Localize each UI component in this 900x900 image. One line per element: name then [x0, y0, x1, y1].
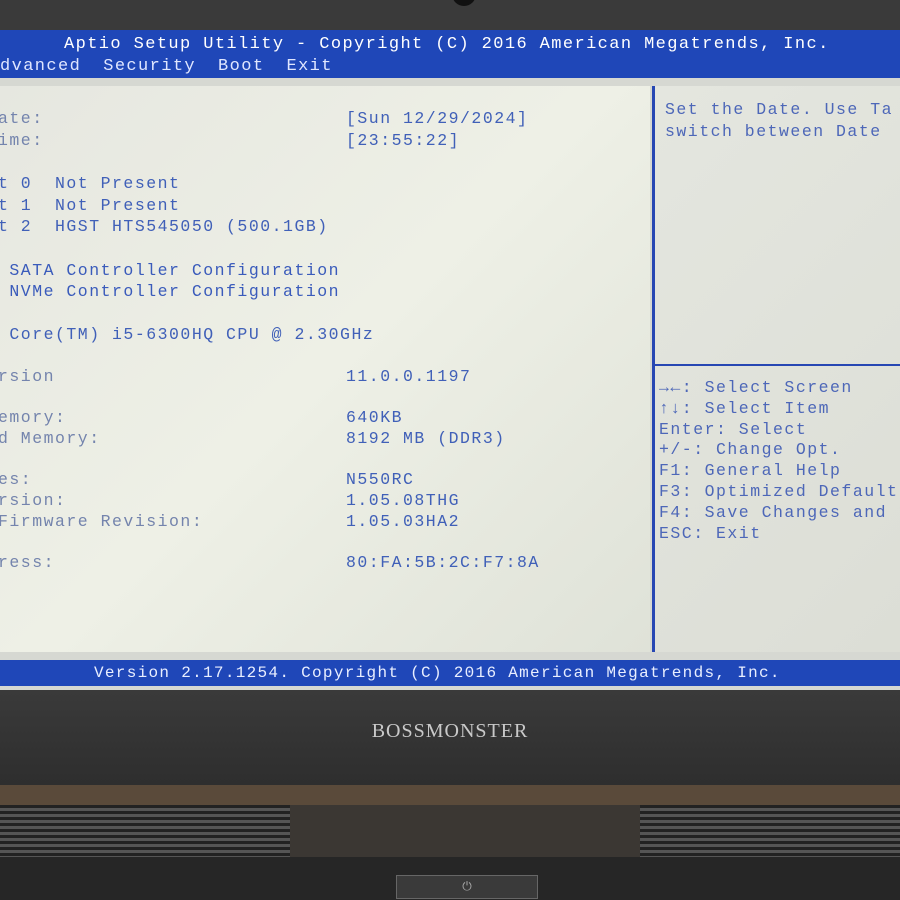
setting-label: t 2 HGST HTS545050 (500.1GB)	[0, 217, 329, 236]
setting-value[interactable]: [23:55:22]	[346, 131, 460, 150]
setting-value[interactable]: [Sun 12/29/2024]	[346, 109, 528, 128]
vent-left	[0, 805, 290, 857]
setting-value: 11.0.0.1197	[346, 367, 472, 386]
tab-security[interactable]: Security	[103, 57, 196, 76]
setting-value: 8192 MB (DDR3)	[346, 429, 506, 448]
setting-value: 80:FA:5B:2C:F7:8A	[346, 553, 540, 572]
setting-label: rsion	[0, 367, 56, 386]
setting-label: t 1 Not Present	[0, 196, 181, 215]
setting-label[interactable]: NVMe Controller Configuration	[0, 282, 340, 301]
key-hint: F1: General Help	[659, 461, 842, 481]
setting-label[interactable]: ate:	[0, 109, 44, 128]
title-bar: Aptio Setup Utility - Copyright (C) 2016…	[0, 30, 900, 78]
tab-boot[interactable]: Boot	[218, 57, 264, 76]
setting-value: 1.05.08THG	[346, 491, 461, 510]
divider	[655, 364, 900, 366]
tab-advanced[interactable]: dvanced	[0, 57, 81, 76]
bottom-bezel: BOSSMONSTER	[0, 690, 900, 785]
help-description: Set the Date. Use Ta	[665, 100, 894, 119]
setting-label: es:	[0, 470, 33, 489]
top-bezel	[0, 0, 900, 32]
setting-label[interactable]: ime:	[0, 131, 44, 150]
version-text: Version 2.17.1254. Copyright (C) 2016 Am…	[94, 664, 781, 682]
setting-label: emory:	[0, 408, 67, 427]
menu-bar: dvanced Security Boot Exit	[0, 57, 355, 76]
setting-label: ress:	[0, 553, 56, 572]
tab-exit[interactable]: Exit	[286, 57, 332, 76]
laptop-body: ⏻	[0, 785, 900, 900]
setting-value: 1.05.03HA2	[346, 512, 461, 531]
key-hint: +/-: Change Opt.	[659, 440, 842, 460]
help-panel: Set the Date. Use Ta switch between Date…	[652, 86, 900, 652]
setting-label[interactable]: SATA Controller Configuration	[0, 261, 340, 280]
setting-label: rsion:	[0, 491, 67, 510]
hinge	[0, 785, 900, 805]
key-hint: F3: Optimized Default	[659, 482, 899, 501]
footer-bar: Version 2.17.1254. Copyright (C) 2016 Am…	[0, 660, 900, 686]
setting-value: N550RC	[346, 470, 415, 489]
setting-label: Core(TM) i5-6300HQ CPU @ 2.30GHz	[0, 325, 375, 344]
setting-value: 640KB	[346, 408, 404, 427]
key-hint: ↑↓: Select Item	[659, 398, 831, 418]
key-hint: Enter: Select	[659, 419, 808, 439]
bios-screen: Aptio Setup Utility - Copyright (C) 2016…	[0, 30, 900, 690]
settings-panel: ate: [Sun 12/29/2024] ime: [23:55:22] t 0 No…	[0, 86, 650, 652]
power-button[interactable]: ⏻	[396, 875, 538, 899]
setting-label: Firmware Revision:	[0, 512, 204, 531]
setting-label: t 0 Not Present	[0, 174, 181, 193]
key-hint: →←: Select Screen	[659, 378, 853, 397]
vent-right	[640, 805, 900, 857]
help-description: switch between Date	[665, 122, 882, 141]
webcam	[452, 0, 476, 6]
app-title: Aptio Setup Utility - Copyright (C) 2016…	[64, 35, 830, 54]
brand-logo: BOSSMONSTER	[371, 720, 529, 742]
key-hint: ESC: Exit	[659, 523, 762, 543]
setting-label: d Memory:	[0, 429, 101, 448]
key-hint: F4: Save Changes and	[659, 502, 888, 522]
